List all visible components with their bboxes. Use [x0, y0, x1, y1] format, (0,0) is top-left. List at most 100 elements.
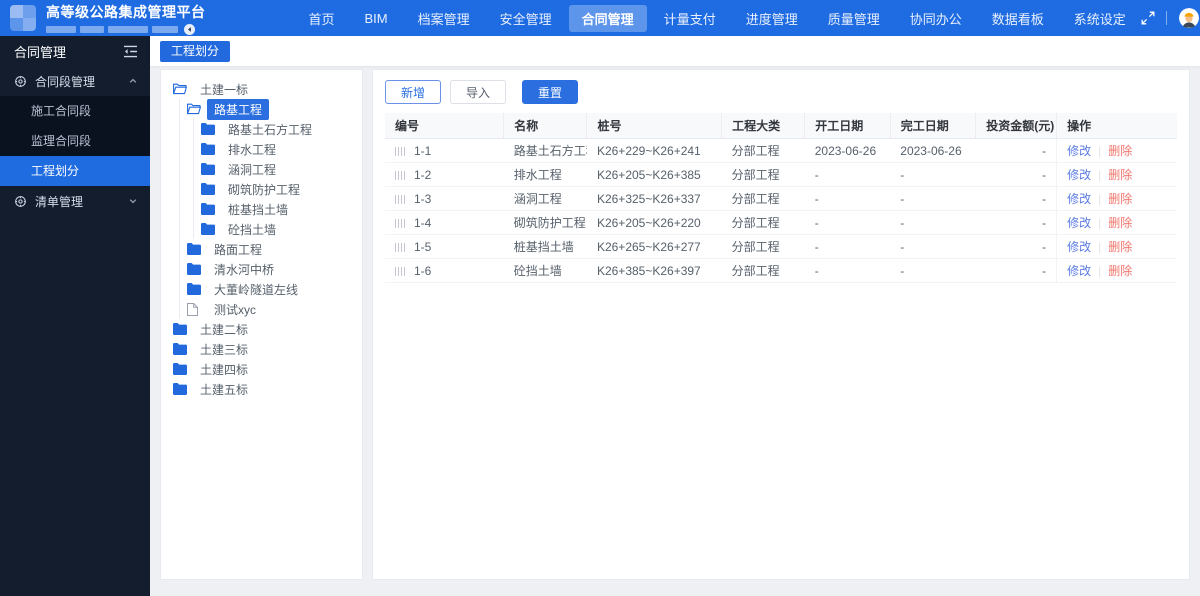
nav-item[interactable]: 安全管理	[487, 5, 565, 32]
avatar[interactable]	[1179, 8, 1200, 28]
tree-node[interactable]: 排水工程	[165, 139, 358, 159]
nav-item[interactable]: 档案管理	[405, 5, 483, 32]
sidebar-group[interactable]: 清单管理	[0, 186, 150, 216]
tree-node-label: 排水工程	[228, 142, 277, 157]
delete-link[interactable]: 删除	[1108, 168, 1132, 182]
tab-project-division[interactable]: 工程划分	[160, 40, 231, 62]
table-row: 1-5 桩基挡土墙 K26+265~K26+277 分部工程 - - - 修改 | 删除	[385, 234, 1177, 259]
nav-item[interactable]: 协同办公	[897, 5, 975, 32]
cell-stake: K26+385~K26+397	[586, 258, 722, 283]
tree-node[interactable]: 涵洞工程	[165, 159, 358, 179]
cell-start-date: -	[804, 234, 891, 259]
folder-open-icon	[187, 103, 202, 115]
tree-node[interactable]: 路基土石方工程	[165, 119, 358, 139]
cell-stake: K26+205~K26+220	[586, 210, 722, 235]
sidebar-group-label: 合同段管理	[35, 74, 96, 89]
edit-link[interactable]: 修改	[1067, 144, 1091, 158]
tree-node[interactable]: 砼挡土墙	[165, 219, 358, 239]
tree-node[interactable]: 清水河中桥	[165, 259, 358, 279]
nav-item[interactable]: 进度管理	[733, 5, 811, 32]
delete-link[interactable]: 删除	[1108, 264, 1132, 278]
nav-item[interactable]: 计量支付	[651, 5, 729, 32]
table-row: 1-1路基土石方工程K26+229~K26+241分部工程2023-06-262…	[385, 138, 1177, 163]
nav-item[interactable]: 合同管理	[568, 4, 647, 32]
tree-node[interactable]: 土建四标	[165, 359, 358, 379]
tree-node[interactable]: 大董岭隧道左线	[165, 279, 358, 299]
nav-item[interactable]: 首页	[296, 5, 348, 32]
reset-button[interactable]: 重置	[522, 80, 579, 104]
delete-link[interactable]: 删除	[1108, 144, 1132, 158]
tree-node[interactable]: 砌筑防护工程	[165, 179, 358, 199]
tree-node-label: 测试xyc	[214, 302, 257, 317]
nav-item[interactable]: BIM	[352, 7, 401, 30]
tree-indent	[173, 199, 187, 219]
tree-indent	[173, 159, 187, 179]
tree-node-label: 大董岭隧道左线	[214, 282, 299, 297]
tree-node-label: 土建五标	[200, 382, 249, 397]
import-button[interactable]: 导入	[450, 80, 507, 104]
nav-item[interactable]: 系统设定	[1061, 5, 1139, 32]
drag-handle-icon[interactable]	[395, 242, 405, 252]
tree-node-label: 清水河中桥	[214, 262, 275, 277]
tree-indent	[173, 99, 187, 119]
cell-code: 1-4	[385, 210, 504, 235]
sidebar-group[interactable]: 合同段管理	[0, 66, 150, 96]
tree-indent	[173, 119, 187, 139]
tree-node[interactable]: 土建五标	[165, 379, 358, 399]
cell-end-date: -	[890, 162, 976, 187]
column-header: 桩号	[586, 113, 722, 139]
add-button[interactable]: 新增	[385, 80, 442, 104]
tree-node[interactable]: 测试xyc	[165, 299, 358, 319]
drag-handle-icon[interactable]	[395, 194, 405, 204]
tree-node[interactable]: 路面工程	[165, 239, 358, 259]
delete-link[interactable]: 删除	[1108, 240, 1132, 254]
tree-node[interactable]: 路基工程	[165, 98, 358, 120]
brand-toggle-icon[interactable]	[184, 23, 195, 35]
sidebar-item[interactable]: 施工合同段	[0, 96, 150, 126]
tree-node[interactable]: 土建三标	[165, 339, 358, 359]
tree-indent	[173, 299, 187, 319]
tree-node[interactable]: 土建一标	[165, 79, 358, 99]
cell-code: 1-3	[385, 186, 504, 211]
nav-item[interactable]: 数据看板	[979, 5, 1057, 32]
toolbar: 新增 导入 重置	[385, 80, 1177, 104]
sidebar-item[interactable]: 工程划分	[0, 156, 150, 186]
chevron-down-icon	[128, 196, 138, 206]
folder-icon	[201, 143, 216, 155]
cell-category: 分部工程	[721, 234, 805, 259]
delete-link[interactable]: 删除	[1108, 192, 1132, 206]
folder-icon	[201, 163, 216, 175]
drag-handle-icon[interactable]	[395, 170, 405, 180]
cell-stake: K26+265~K26+277	[586, 234, 722, 259]
drag-handle-icon[interactable]	[395, 266, 405, 276]
sidebar-item[interactable]: 监理合同段	[0, 126, 150, 156]
division-table: 编号名称桩号工程大类开工日期完工日期投资金额(元)操作 1-1路基土石方工程K2…	[385, 113, 1177, 283]
cell-actions: 修改 | 删除	[1056, 210, 1177, 235]
edit-link[interactable]: 修改	[1067, 264, 1091, 278]
tree-node-label: 路基工程	[207, 98, 270, 120]
edit-link[interactable]: 修改	[1067, 192, 1091, 206]
edit-link[interactable]: 修改	[1067, 240, 1091, 254]
sidebar-collapse-icon[interactable]	[123, 45, 138, 58]
chevron-up-icon	[128, 76, 138, 86]
drag-handle-icon[interactable]	[395, 218, 405, 228]
tree-indent	[173, 239, 187, 259]
tree-indent	[187, 179, 201, 199]
sidebar: 合同管理 合同段管理 施工合同段 监理合同段 工程划分 清单管理	[0, 36, 150, 596]
edit-link[interactable]: 修改	[1067, 216, 1091, 230]
table-row: 1-4 砌筑防护工程 K26+205~K26+220 分部工程 - - - 修改 | 删除	[385, 210, 1177, 235]
cell-actions: 修改 | 删除	[1056, 258, 1177, 283]
delete-link[interactable]: 删除	[1108, 216, 1132, 230]
tree-node[interactable]: 土建二标	[165, 319, 358, 339]
cell-category: 分部工程	[721, 138, 805, 163]
cell-actions: 修改 | 删除	[1056, 138, 1177, 163]
folder-icon	[201, 223, 216, 235]
tree-node[interactable]: 桩基挡土墙	[165, 199, 358, 219]
folder-icon	[187, 283, 202, 295]
nav-item[interactable]: 质量管理	[815, 5, 893, 32]
cell-name: 路基土石方工程	[503, 138, 587, 163]
drag-handle-icon[interactable]	[395, 146, 405, 156]
project-tree-panel: 土建一标 路基工程 路基土石方工程排水工程涵洞工程 砌筑防护工程 桩基挡土墙 砼挡土墙 路面…	[160, 69, 363, 580]
fullscreen-icon[interactable]	[1141, 11, 1155, 25]
edit-link[interactable]: 修改	[1067, 168, 1091, 182]
